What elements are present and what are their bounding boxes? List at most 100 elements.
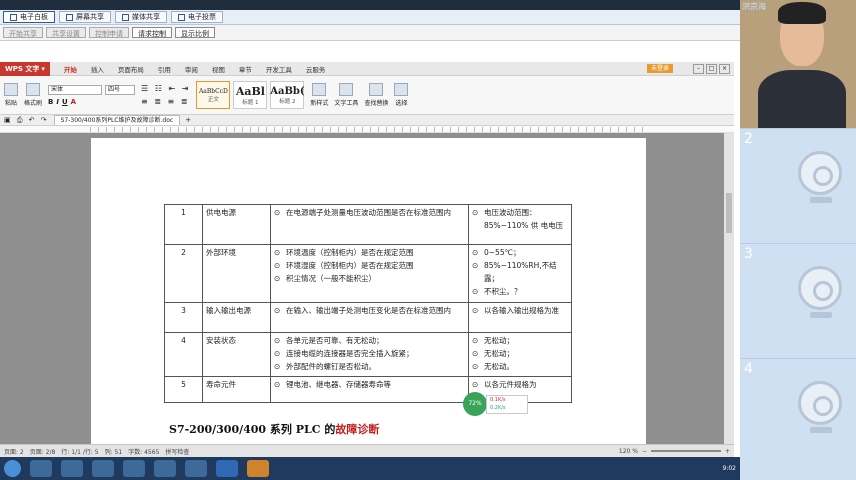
row-number: 5	[164, 376, 203, 403]
top-dark-strip	[0, 0, 740, 10]
network-speed-badge[interactable]: 72%	[463, 392, 487, 416]
tab-voting[interactable]: 电子投票	[171, 11, 223, 23]
format-painter-button[interactable]: 格式刷	[24, 83, 42, 107]
taskbar-app-icon[interactable]	[30, 460, 52, 477]
display-ratio-button[interactable]: 显示比例	[175, 27, 215, 38]
text-tools-icon	[339, 83, 354, 96]
status-page: 页面: 2	[4, 448, 24, 456]
font-size-select[interactable]: 四号	[105, 84, 136, 95]
zoom-control: 120 % − +	[619, 448, 730, 455]
taskbar-app-icon[interactable]	[185, 460, 207, 477]
share-settings-button[interactable]: 共享设置	[46, 27, 86, 38]
wps-title-row: WPS 文字 ▾ 开始 插入 页面布局 引用 审阅 视图 章节 开发工具 云服务 …	[0, 61, 734, 76]
menu-tab-references[interactable]: 引用	[158, 64, 171, 74]
tab-whiteboard[interactable]: 电子白板	[3, 11, 55, 23]
menu-tab-insert[interactable]: 插入	[91, 64, 104, 74]
menu-tab-sections[interactable]: 章节	[239, 64, 252, 74]
style-heading-2[interactable]: AaBb(标题 2	[270, 81, 305, 109]
table-row: 3 输入输出电源 ⊙ 在输入、输出端子处测电压变化是否在标准范围内 ⊙ 以各输入输出…	[164, 302, 572, 333]
wps-app-menu[interactable]: WPS 文字 ▾	[0, 61, 50, 76]
bullet-icon: ⊙	[274, 349, 281, 358]
status-pages: 页面: 2/8	[29, 448, 56, 456]
control-request-button[interactable]: 控制申请	[89, 27, 129, 38]
ribbon-toolbar: 粘贴 格式刷 宋体 四号 B I U A ☰ ☷ ⇤ ⇥ ≡ ≣ ≡ ≣ AaB…	[0, 76, 734, 115]
find-replace-button[interactable]: 查找替换	[364, 83, 388, 107]
select-button[interactable]: 选择	[394, 83, 409, 107]
download-speed: 0.2K/s	[490, 405, 506, 411]
start-share-button[interactable]: 开始共享	[3, 27, 43, 38]
bullet-icon: ⊙	[274, 248, 281, 257]
menu-tab-home[interactable]: 开始	[64, 64, 77, 74]
bullet-icon: ⊙	[472, 306, 479, 315]
taskbar-app-icon[interactable]	[92, 460, 114, 477]
taskbar-app-icon[interactable]	[247, 460, 269, 477]
italic-button[interactable]: I	[56, 98, 59, 106]
document-page[interactable]: 1 供电电源 ⊙ 在电源端子处测量电压波动范围是否在标准范围内 ⊙ 电压波动范围：8…	[91, 138, 646, 444]
scroll-thumb[interactable]	[726, 193, 732, 233]
upload-speed: 0.1K/s	[490, 397, 506, 403]
minimize-icon[interactable]: –	[693, 63, 704, 74]
row-number: 1	[164, 204, 203, 245]
underline-button[interactable]: U	[62, 98, 68, 106]
video-slot[interactable]: 3	[740, 243, 856, 358]
menu-tab-layout[interactable]: 页面布局	[118, 64, 144, 74]
font-group: 宋体 四号 B I U A	[48, 84, 136, 106]
quick-access-icons[interactable]: ▣ ⎙ ↶ ↷	[4, 116, 49, 125]
bold-button[interactable]: B	[48, 98, 53, 106]
align-icons[interactable]: ≡ ≣ ≡ ≣	[141, 97, 190, 106]
font-color-button[interactable]: A	[71, 98, 76, 106]
tab-media-share[interactable]: 媒体共享	[115, 11, 167, 23]
video-slot[interactable]: 2	[740, 128, 856, 243]
zoom-in-icon[interactable]: +	[725, 448, 730, 455]
menu-tab-developer[interactable]: 开发工具	[266, 64, 292, 74]
paste-icon	[4, 83, 18, 96]
share-toolbar: 开始共享 共享设置 控制申请 请求控制 显示比例	[0, 25, 740, 41]
style-heading-1[interactable]: AaBl 标题 1	[233, 81, 268, 109]
cursor-icon	[394, 83, 409, 96]
presenter-hair	[778, 2, 826, 24]
zoom-level: 120 %	[618, 447, 638, 455]
text-tools-button[interactable]: 文字工具	[334, 83, 358, 107]
bullet-icon: ⊙	[274, 261, 281, 270]
presenter-name: 洪宗海	[742, 2, 766, 11]
row-item: 外部环境	[202, 244, 271, 303]
table-row: 4 安装状态 ⊙ 各单元是否可靠、有无松动； ⊙ 连接电缆的连接器是否完全插入旋紧；…	[164, 332, 572, 377]
menu-tab-review[interactable]: 审阅	[185, 64, 198, 74]
document-tab[interactable]: S7-300/400系列PLC维护及故障诊断.doc	[53, 115, 181, 125]
zoom-slider[interactable]	[650, 450, 721, 452]
new-tab-icon[interactable]: +	[185, 116, 191, 124]
start-button-icon[interactable]	[4, 460, 21, 477]
new-style-button[interactable]: 新样式	[310, 83, 328, 107]
menu-tab-cloud[interactable]: 云服务	[306, 64, 326, 74]
style-normal[interactable]: AaBbCcD 正文	[196, 81, 231, 109]
participant-panel: 洪宗海 2 3 4	[740, 0, 856, 480]
bullet-icon: ⊙	[472, 208, 479, 217]
vertical-scrollbar[interactable]	[724, 133, 734, 444]
list-icons[interactable]: ☰ ☷ ⇤ ⇥	[141, 84, 190, 93]
close-icon[interactable]: ×	[719, 63, 730, 74]
section-heading: S7-200/300/400 系列 PLC 的故障诊断	[169, 423, 380, 436]
zoom-out-icon[interactable]: −	[642, 448, 647, 455]
taskbar-app-icon[interactable]	[61, 460, 83, 477]
taskbar-wps-icon[interactable]	[216, 460, 238, 477]
webcam-icon	[798, 151, 842, 195]
tab-screen-share[interactable]: 屏幕共享	[59, 11, 111, 23]
font-name-select[interactable]: 宋体	[48, 84, 103, 95]
account-button[interactable]: 未登录	[646, 64, 673, 73]
table-row: 2 外部环境 ⊙ 环境温度（控制柜内）是否在规定范围 ⊙ 环境湿度（控制柜内）是否在…	[164, 244, 572, 303]
search-icon	[369, 83, 384, 96]
bullet-icon: ⊙	[472, 336, 479, 345]
webcam-base-icon	[810, 197, 832, 203]
video-slot[interactable]: 4	[740, 358, 856, 480]
webcam-base-icon	[810, 427, 832, 433]
row-content: ⊙ 在输入、输出端子处测电压变化是否在标准范围内	[270, 302, 469, 333]
paste-button[interactable]: 粘贴	[4, 83, 18, 107]
status-spellcheck[interactable]: 拼写检查	[165, 447, 189, 456]
presenter-video: 洪宗海	[740, 0, 856, 128]
taskbar-app-icon[interactable]	[123, 460, 145, 477]
taskbar-app-icon[interactable]	[154, 460, 176, 477]
menu-tab-view[interactable]: 视图	[212, 64, 225, 74]
maintenance-table: 1 供电电源 ⊙ 在电源端子处测量电压波动范围是否在标准范围内 ⊙ 电压波动范围：8…	[164, 204, 572, 403]
request-control-button[interactable]: 请求控制	[132, 27, 172, 38]
maximize-icon[interactable]: □	[706, 63, 717, 74]
